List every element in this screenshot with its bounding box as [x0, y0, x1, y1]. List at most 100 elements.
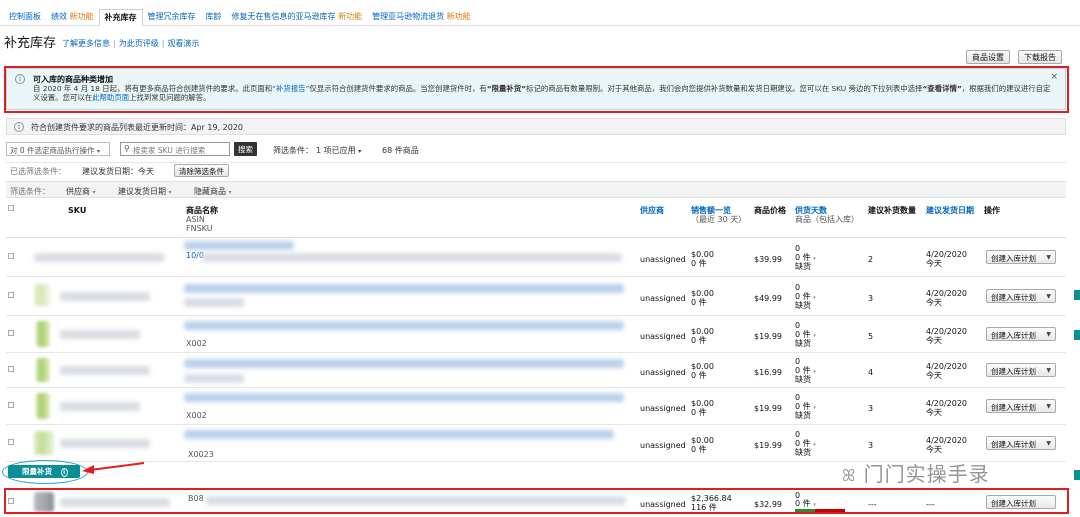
ship-date-filter[interactable]: 建议发货日期 ▾ — [118, 186, 172, 197]
product-thumbnail — [36, 358, 50, 382]
sku-redacted — [34, 253, 164, 262]
price-cell[interactable]: $19.99 — [754, 404, 782, 413]
supplier-cell: unassigned — [640, 368, 686, 377]
col-sku[interactable]: SKU — [68, 206, 86, 215]
row-checkbox[interactable] — [8, 330, 14, 336]
row-checkbox[interactable] — [8, 292, 14, 298]
qty-cell[interactable]: 4 — [868, 368, 873, 377]
date-cell: 4/20/2020 — [926, 327, 968, 336]
fnsku: X002 — [186, 339, 207, 348]
tab-restock[interactable]: 补充库存 — [98, 9, 143, 26]
learn-more-link[interactable]: 了解更多信息 — [62, 39, 110, 48]
price-cell[interactable]: $19.99 — [754, 441, 782, 450]
price-cell[interactable]: $39.99 — [754, 255, 782, 264]
table-row: X0023 unassigned $0.00 0 件 $19.99 0 0 件 … — [6, 426, 1066, 462]
row-checkbox[interactable] — [8, 439, 14, 445]
date-cell: 4/20/2020 — [926, 250, 968, 259]
today-label: 今天 — [926, 336, 942, 345]
product-name-redacted — [184, 359, 624, 368]
sales-cell: $0.00 — [691, 250, 714, 259]
price-cell[interactable]: $19.99 — [754, 332, 782, 341]
sku-redacted — [60, 366, 150, 375]
info-icon: i — [60, 468, 68, 477]
supplier-cell: unassigned — [640, 255, 686, 264]
fnsku: X0023 — [188, 450, 214, 459]
date-cell: 4/20/2020 — [926, 362, 968, 371]
asin-redacted — [184, 298, 244, 307]
tab-dashboard[interactable]: 控制面板 — [4, 9, 46, 26]
col-supplier[interactable]: 供应商 — [640, 206, 664, 215]
tab-fix-stranded[interactable]: 修复无在售信息的亚马逊库存 新功能 — [227, 9, 368, 26]
units-cell: 0 件 — [691, 445, 707, 454]
item-count: 68 件商品 — [382, 146, 419, 155]
create-plan-button[interactable]: 创建入库计划 ▼ — [986, 289, 1056, 303]
clear-filters-button[interactable]: 清除筛选条件 — [174, 164, 229, 177]
create-plan-button[interactable]: 创建入库计划 ▼ — [986, 399, 1056, 413]
rate-page-link[interactable]: 为此页评级 — [119, 39, 159, 48]
chevron-down-icon: ▼ — [1046, 293, 1051, 300]
watch-demo-link[interactable]: 观看演示 — [167, 39, 199, 48]
annotation-box — [4, 66, 1069, 113]
qty-cell[interactable]: 3 — [868, 294, 873, 303]
col-days-supply[interactable]: 供货天数 商品（包括入库） — [795, 206, 859, 224]
row-checkbox[interactable] — [8, 402, 14, 408]
tab-performance[interactable]: 绩效 新功能 — [46, 9, 99, 26]
supplier-cell: unassigned — [640, 404, 686, 413]
col-name: 商品名称 ASIN FNSKU — [186, 206, 218, 233]
status-badge: 缺货 — [795, 411, 811, 420]
qty-cell[interactable]: 3 — [868, 404, 873, 413]
status-badge: 缺货 — [795, 301, 811, 310]
chevron-down-icon: ▼ — [1046, 367, 1051, 374]
col-ship-date[interactable]: 建议发货日期 — [926, 206, 974, 215]
qty-cell[interactable]: 3 — [868, 441, 873, 450]
qty-cell[interactable]: 2 — [868, 255, 873, 264]
row-checkbox[interactable] — [8, 253, 14, 259]
create-plan-button[interactable]: 创建入库计划 ▼ — [986, 250, 1056, 264]
today-label: 今天 — [926, 408, 942, 417]
product-thumbnail — [36, 321, 50, 347]
row-checkbox[interactable] — [8, 366, 14, 372]
price-cell[interactable]: $49.99 — [754, 294, 782, 303]
sales-cell: $0.00 — [691, 289, 714, 298]
product-thumbnail — [34, 284, 50, 306]
supplier-filter[interactable]: 供应商 ▾ — [66, 186, 96, 197]
bulk-action-select[interactable]: 对 0 件选定商品执行操作 ▾ — [6, 142, 110, 156]
col-sales[interactable]: 销售额一览 （最近 30 天） — [691, 206, 746, 224]
create-plan-button[interactable]: 创建入库计划 ▼ — [986, 363, 1056, 377]
limited-restock-badge: 限量补货 i — [8, 465, 80, 478]
new-badge: 新功能 — [69, 12, 94, 21]
product-thumbnail — [36, 393, 50, 419]
annotation-box — [4, 488, 1069, 514]
product-settings-button[interactable]: 商品设置 — [966, 50, 1010, 64]
hidden-items-filter[interactable]: 隐藏商品 ▾ — [194, 186, 232, 197]
tab-excess-inventory[interactable]: 管理冗余库存 — [143, 9, 201, 26]
today-label: 今天 — [926, 259, 942, 268]
create-plan-button[interactable]: 创建入库计划 ▼ — [986, 436, 1056, 450]
supplier-cell: unassigned — [640, 441, 686, 450]
product-thumbnail — [34, 431, 54, 455]
tab-fba-returns[interactable]: 管理亚马逊物流退货 新功能 — [367, 9, 476, 26]
qty-cell[interactable]: 5 — [868, 332, 873, 341]
col-recommended-qty: 建议补货数量 — [868, 206, 916, 215]
search-input[interactable]: ⚲ 按卖家 SKU 进行搜索 — [120, 142, 230, 156]
create-plan-button[interactable]: 创建入库计划 ▼ — [986, 327, 1056, 341]
table-row: 10/0 unassigned $0.00 0 件 $39.99 0 0 件 ▾… — [6, 239, 1066, 277]
applied-label: 已选筛选条件： — [10, 167, 66, 176]
filter-dropdown[interactable]: 1 项已应用 ▾ — [316, 145, 361, 156]
download-report-button[interactable]: 下载报告 — [1018, 50, 1062, 64]
search-button[interactable]: 搜索 — [234, 142, 257, 156]
top-nav: 控制面板 绩效 新功能 补充库存 管理冗余库存 库龄 修复无在售信息的亚马逊库存… — [0, 9, 1080, 26]
product-name-redacted — [184, 321, 624, 330]
scroll-marker — [1074, 470, 1080, 480]
product-name-redacted — [184, 430, 614, 439]
select-all-checkbox[interactable] — [8, 205, 14, 211]
new-badge: 新功能 — [338, 12, 363, 21]
sales-cell: $0.00 — [691, 362, 714, 371]
product-name-redacted — [184, 393, 624, 402]
date-cell: 4/20/2020 — [926, 289, 968, 298]
asin-redacted — [184, 374, 244, 383]
price-cell[interactable]: $16.99 — [754, 368, 782, 377]
table-row: unassigned $0.00 0 件 $49.99 0 0 件 ▾ 缺货 3… — [6, 278, 1066, 316]
tab-inventory-age[interactable]: 库龄 — [201, 9, 227, 26]
update-text: 符合创建货件要求的商品列表最近更新时间：Apr 19, 2020 — [31, 123, 244, 132]
